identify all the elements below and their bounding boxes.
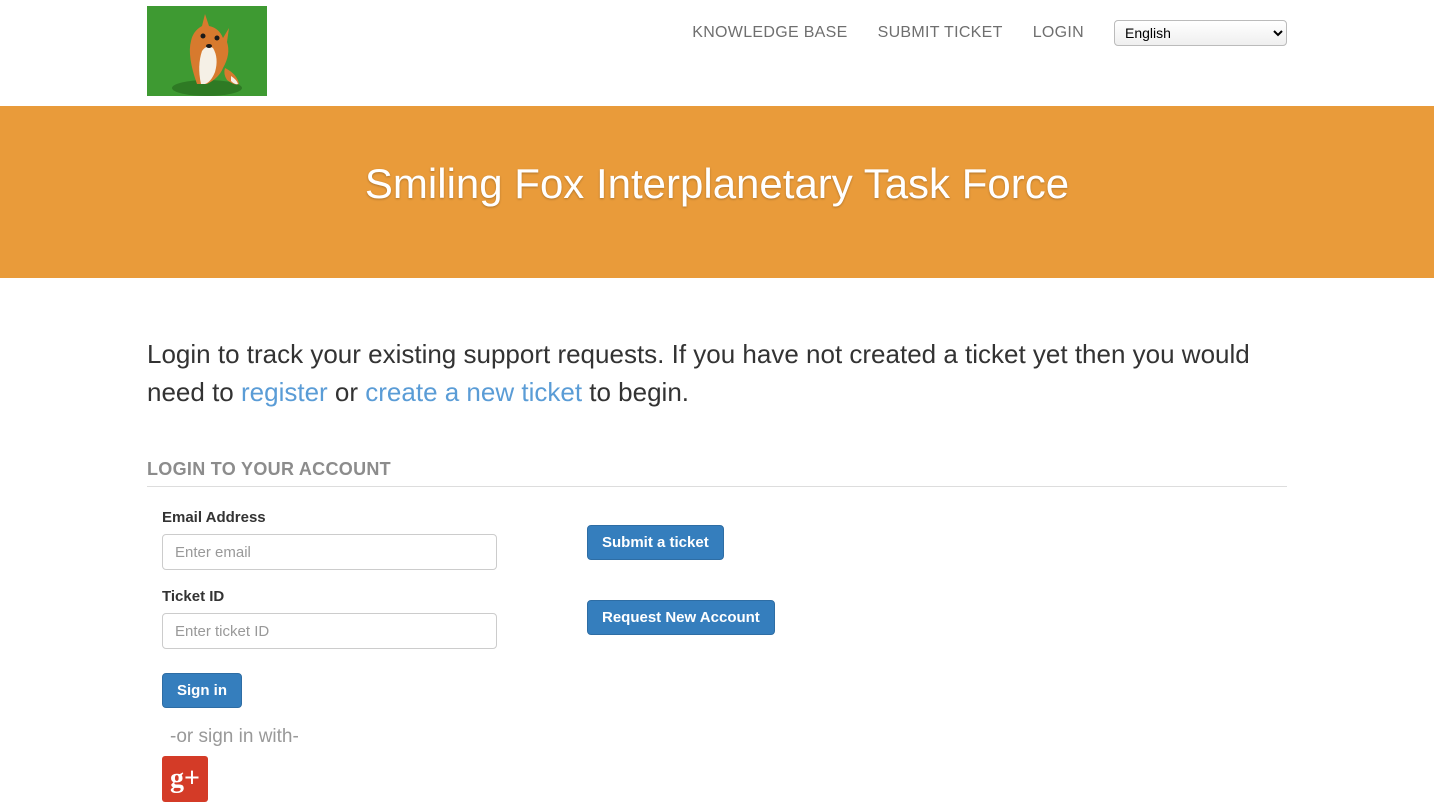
signin-button[interactable]: Sign in <box>162 673 242 708</box>
email-label: Email Address <box>162 509 497 526</box>
ticket-id-field[interactable] <box>162 613 497 649</box>
create-ticket-link[interactable]: create a new ticket <box>365 377 582 407</box>
or-sign-in-with: -or sign in with- <box>170 726 497 748</box>
register-link[interactable]: register <box>241 377 328 407</box>
logo-image <box>147 6 267 96</box>
request-account-button[interactable]: Request New Account <box>587 600 775 635</box>
hero-banner: Smiling Fox Interplanetary Task Force <box>0 106 1434 278</box>
google-plus-signin-button[interactable]: g+ <box>162 756 208 802</box>
nav-login[interactable]: LOGIN <box>1033 24 1084 42</box>
top-nav: KNOWLEDGE BASE SUBMIT TICKET LOGIN Engli… <box>147 0 1287 106</box>
nav-knowledge-base[interactable]: KNOWLEDGE BASE <box>692 24 847 42</box>
login-heading: LOGIN TO YOUR ACCOUNT <box>147 459 1287 487</box>
logo-link[interactable] <box>147 6 267 96</box>
nav-submit-ticket[interactable]: SUBMIT TICKET <box>878 24 1003 42</box>
submit-ticket-button[interactable]: Submit a ticket <box>587 525 724 560</box>
intro-part3: to begin. <box>582 377 689 407</box>
intro-text: Login to track your existing support req… <box>147 336 1287 411</box>
email-field[interactable] <box>162 534 497 570</box>
language-select[interactable]: English <box>1114 20 1287 46</box>
ticket-id-label: Ticket ID <box>162 588 497 605</box>
google-plus-icon: g+ <box>170 765 200 793</box>
page-title: Smiling Fox Interplanetary Task Force <box>0 160 1434 208</box>
intro-part2: or <box>328 377 366 407</box>
